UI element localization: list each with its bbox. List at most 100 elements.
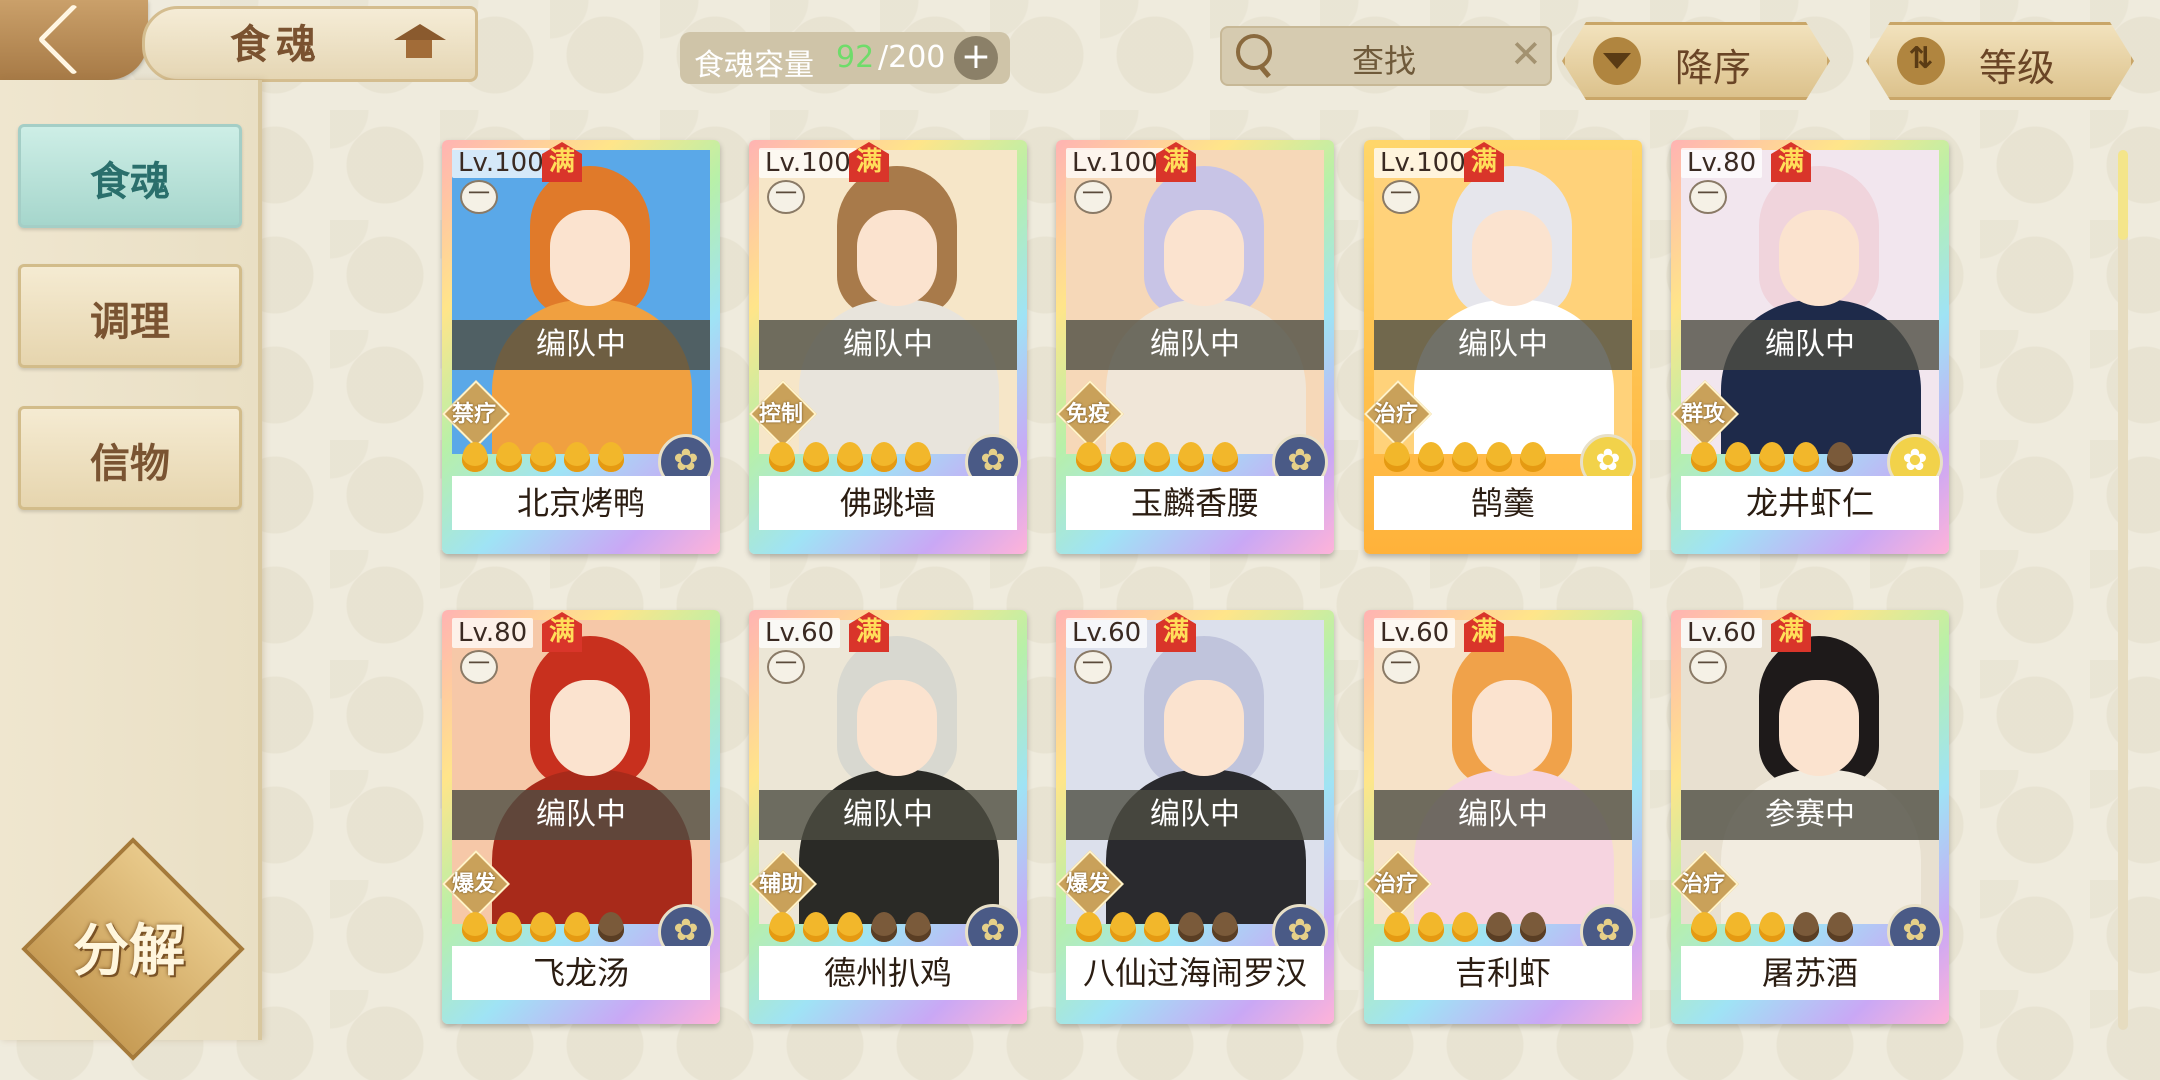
capacity-display: 食魂容量 92 /200 +: [680, 32, 1010, 84]
star-rating: [1076, 442, 1246, 478]
rank-icon: 一: [767, 650, 805, 684]
food-soul-card[interactable]: Lv.80 满一编队中群攻龙井虾仁: [1671, 140, 1949, 554]
star-rating: [1384, 442, 1554, 478]
card-level: Lv.100: [452, 148, 550, 178]
search-placeholder: 查找: [1352, 42, 1417, 80]
role-tag: 控制: [749, 380, 817, 448]
role-tag: 群攻: [1671, 380, 1739, 448]
flame-star-icon: [1486, 442, 1512, 472]
clear-icon[interactable]: ✕: [1510, 32, 1542, 76]
food-soul-card[interactable]: Lv.100满一编队中控制佛跳墙: [749, 140, 1027, 554]
role-label: 治疗: [1680, 872, 1725, 897]
role-tag: 免疫: [1056, 380, 1124, 448]
card-level: Lv.100: [1066, 148, 1164, 178]
role-label: 爆发: [451, 872, 496, 897]
flame-star-icon: [530, 912, 556, 942]
food-soul-card[interactable]: Lv.60 满一编队中爆发八仙过海闹罗汉: [1056, 610, 1334, 1024]
rank-icon: 一: [1074, 180, 1112, 214]
card-name: 佛跳墙: [759, 476, 1017, 530]
flame-star-icon: [1486, 912, 1512, 942]
sidebar-item-food-souls[interactable]: 食魂: [18, 124, 242, 228]
search-input[interactable]: 查找 ✕: [1220, 26, 1552, 86]
sidebar-item-cooking[interactable]: 调理: [18, 264, 242, 368]
card-name: 龙井虾仁: [1681, 476, 1939, 530]
search-icon: [1236, 34, 1272, 70]
flame-star-icon: [803, 442, 829, 472]
rank-icon: 一: [460, 650, 498, 684]
sort-order-button[interactable]: 降序: [1562, 22, 1830, 100]
flame-star-icon: [1418, 912, 1444, 942]
decompose-label: 分解: [73, 919, 185, 984]
flame-star-icon: [1520, 442, 1546, 472]
role-label: 群攻: [1680, 402, 1725, 427]
flame-star-icon: [1076, 442, 1102, 472]
food-soul-card[interactable]: Lv.100满一编队中治疗鹄羹: [1364, 140, 1642, 554]
flame-star-icon: [1759, 912, 1785, 942]
role-label: 免疫: [1065, 402, 1110, 427]
food-soul-card[interactable]: Lv.100满一编队中免疫玉麟香腰: [1056, 140, 1334, 554]
flame-star-icon: [1418, 442, 1444, 472]
card-name: 八仙过海闹罗汉: [1066, 946, 1324, 1000]
card-status: 编队中: [1374, 790, 1632, 840]
flame-star-icon: [837, 912, 863, 942]
flame-star-icon: [1827, 912, 1853, 942]
flame-star-icon: [905, 442, 931, 472]
flame-star-icon: [1793, 912, 1819, 942]
flame-star-icon: [871, 442, 897, 472]
flame-star-icon: [564, 442, 590, 472]
star-rating: [769, 442, 939, 478]
card-level: Lv.60: [1066, 618, 1148, 648]
scrollbar[interactable]: [2118, 150, 2128, 1030]
flame-star-icon: [1178, 442, 1204, 472]
card-status: 编队中: [759, 790, 1017, 840]
rank-icon: 一: [1074, 650, 1112, 684]
card-name: 屠苏酒: [1681, 946, 1939, 1000]
food-soul-card[interactable]: Lv.100满一编队中禁疗北京烤鸭: [442, 140, 720, 554]
capacity-used: 92: [836, 40, 875, 75]
sidebar-item-tokens[interactable]: 信物: [18, 406, 242, 510]
flame-star-icon: [1759, 442, 1785, 472]
flame-star-icon: [1520, 912, 1546, 942]
back-button[interactable]: [0, 0, 148, 80]
pavilion-icon[interactable]: [392, 18, 446, 62]
rank-icon: 一: [767, 180, 805, 214]
sort-toggle-icon: ⇅: [1897, 37, 1945, 85]
flame-star-icon: [1691, 442, 1717, 472]
star-rating: [462, 442, 632, 478]
page-title: 食魂: [230, 22, 322, 68]
flame-star-icon: [1452, 912, 1478, 942]
rank-icon: 一: [1382, 650, 1420, 684]
flame-star-icon: [871, 912, 897, 942]
food-soul-card[interactable]: Lv.60 满一编队中治疗吉利虾: [1364, 610, 1642, 1024]
flame-star-icon: [803, 912, 829, 942]
card-level: Lv.100: [1374, 148, 1472, 178]
card-name: 德州扒鸡: [759, 946, 1017, 1000]
sort-by-button[interactable]: ⇅ 等级: [1866, 22, 2134, 100]
flame-star-icon: [496, 912, 522, 942]
flame-star-icon: [1452, 442, 1478, 472]
rank-icon: 一: [1689, 650, 1727, 684]
card-status: 参赛中: [1681, 790, 1939, 840]
flame-star-icon: [1384, 442, 1410, 472]
role-tag: 爆发: [1056, 850, 1124, 918]
add-capacity-button[interactable]: +: [954, 36, 998, 80]
max-level-badge: 满: [542, 612, 582, 652]
rank-icon: 一: [1382, 180, 1420, 214]
max-level-badge: 满: [1464, 612, 1504, 652]
card-name: 飞龙汤: [452, 946, 710, 1000]
flame-star-icon: [1110, 912, 1136, 942]
food-soul-card[interactable]: Lv.60 满一编队中辅助德州扒鸡: [749, 610, 1027, 1024]
star-rating: [769, 912, 939, 948]
card-level: Lv.100: [759, 148, 857, 178]
card-status: 编队中: [452, 790, 710, 840]
food-soul-card[interactable]: Lv.80 满一编队中爆发飞龙汤: [442, 610, 720, 1024]
card-level: Lv.80: [1681, 148, 1763, 178]
sort-order-label: 降序: [1675, 46, 1752, 90]
flame-star-icon: [496, 442, 522, 472]
card-level: Lv.60: [1681, 618, 1763, 648]
sidebar-item-label: 信物: [90, 441, 170, 487]
card-name: 鹄羹: [1374, 476, 1632, 530]
card-status: 编队中: [1374, 320, 1632, 370]
scroll-thumb[interactable]: [2118, 150, 2128, 240]
food-soul-card[interactable]: Lv.60 满一参赛中治疗屠苏酒: [1671, 610, 1949, 1024]
